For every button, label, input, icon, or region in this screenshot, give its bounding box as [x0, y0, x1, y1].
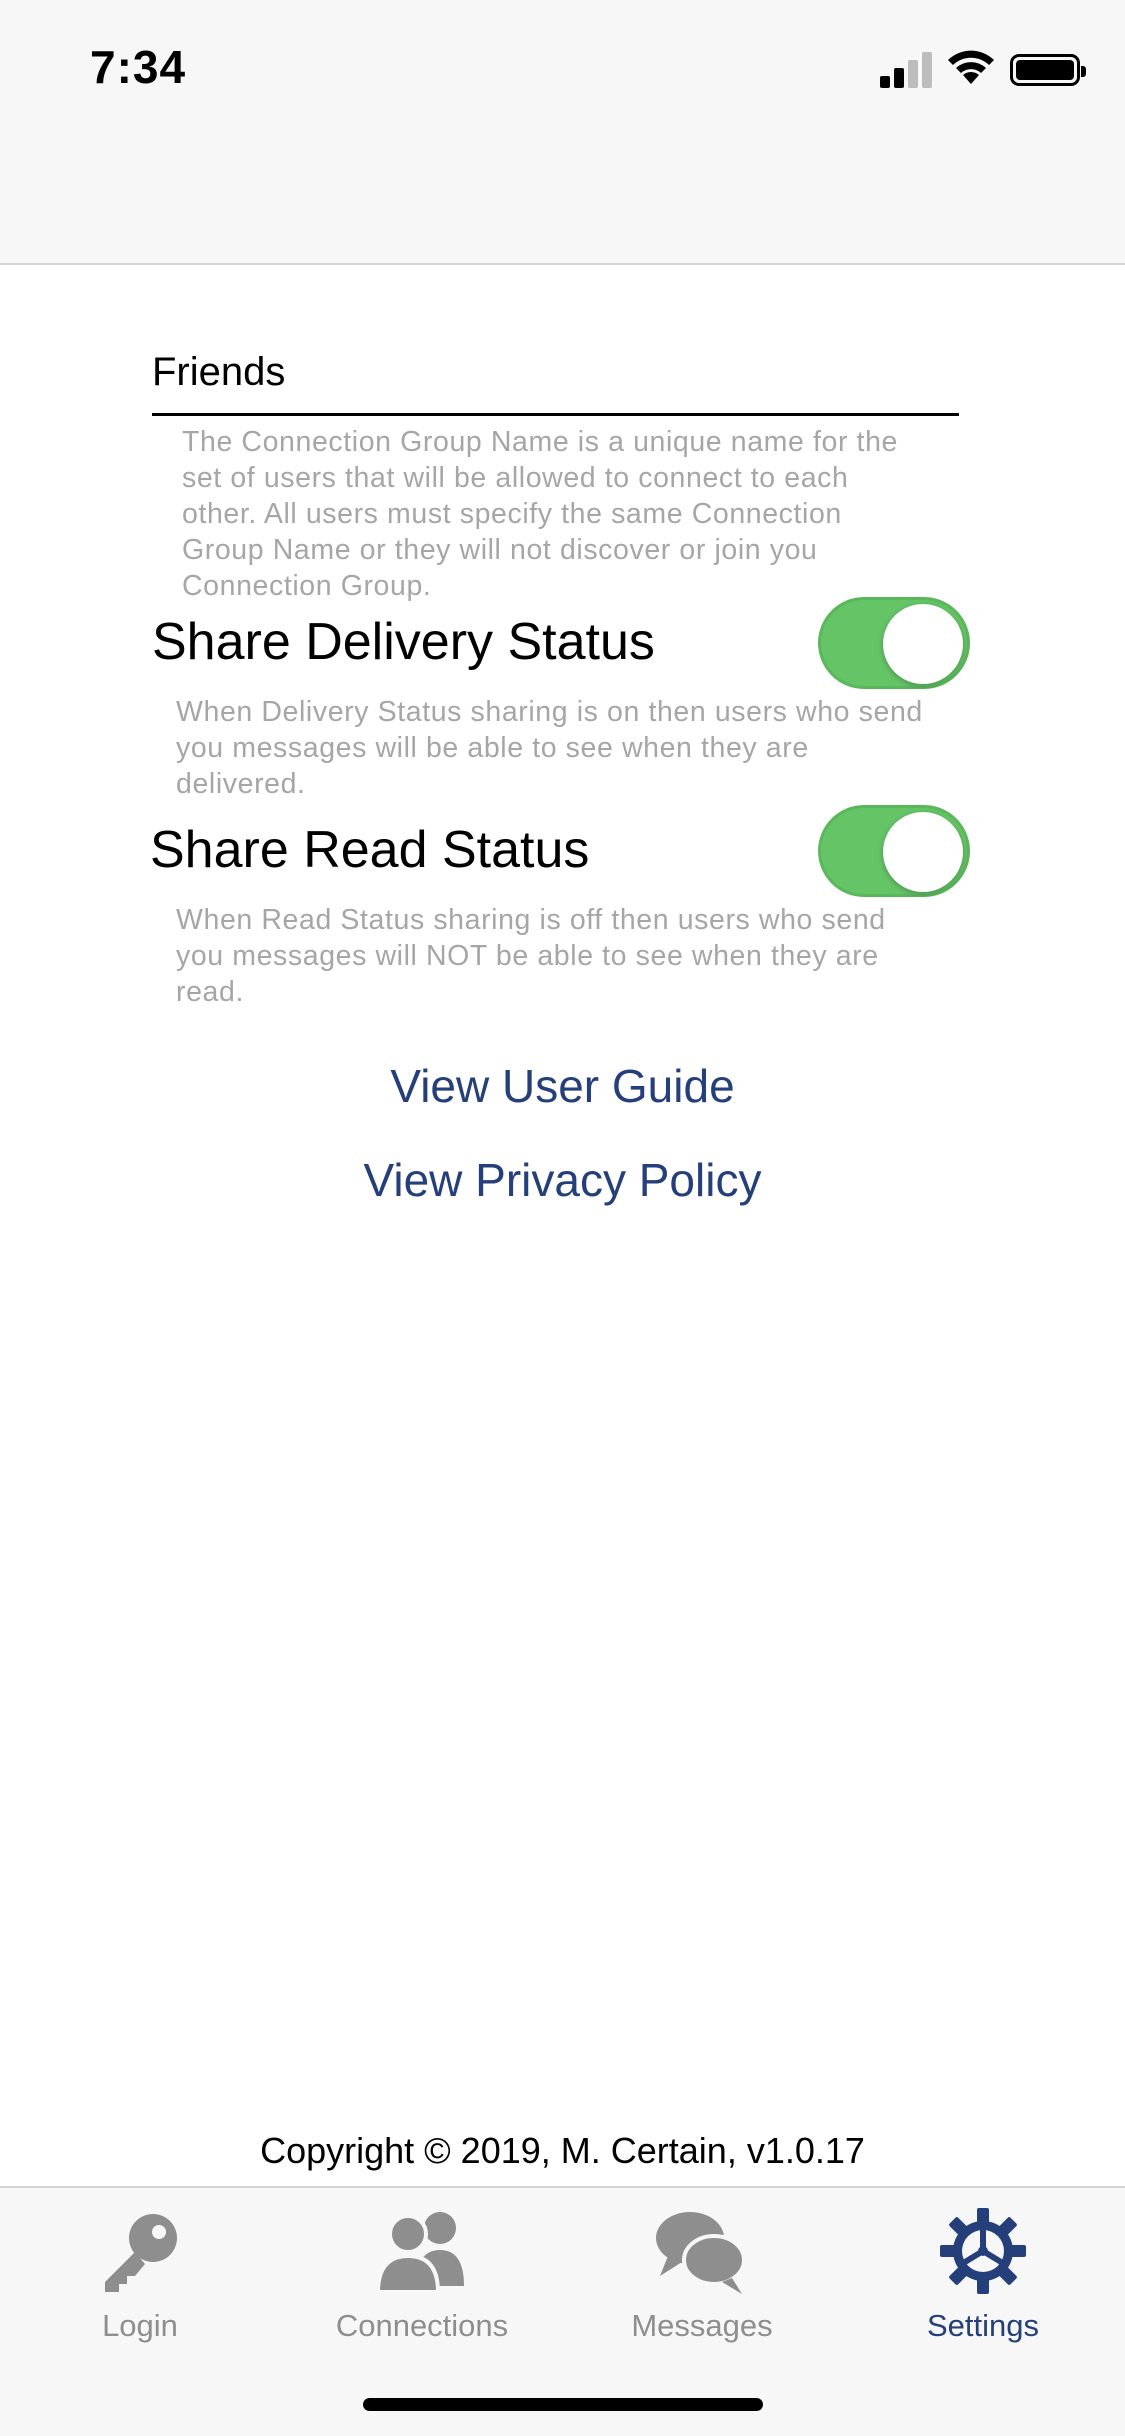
toggle-knob [883, 812, 963, 892]
tab-settings[interactable]: Settings [843, 2206, 1123, 2356]
toggle-knob [883, 604, 963, 684]
view-privacy-policy-link[interactable]: View Privacy Policy [0, 1150, 1125, 1210]
view-user-guide-link[interactable]: View User Guide [0, 1056, 1125, 1116]
connection-group-name-field[interactable]: Friends [152, 338, 959, 416]
home-indicator[interactable] [363, 2398, 763, 2411]
status-time: 7:34 [90, 41, 187, 93]
tab-connections[interactable]: Connections [282, 2206, 562, 2356]
tab-label: Login [102, 2308, 178, 2343]
tab-login[interactable]: Login [0, 2206, 280, 2356]
chat-bubbles-icon [656, 2212, 746, 2294]
tab-label: Connections [335, 2308, 509, 2343]
share-delivery-status-help-text: When Delivery Status sharing is on then … [176, 696, 923, 800]
tab-label: Settings [926, 2308, 1039, 2343]
key-icon [105, 2214, 177, 2292]
settings-screen: 7:34 Friends The Connection Group Name i… [0, 0, 1125, 2436]
gear-icon [940, 2208, 1026, 2294]
tab-messages[interactable]: Messages [562, 2206, 842, 2356]
copyright-text: Copyright © 2019, M. Certain, v1.0.17 [260, 2130, 865, 2171]
share-read-status-toggle[interactable] [818, 805, 970, 897]
share-delivery-status-label: Share Delivery Status [152, 613, 655, 671]
connection-group-help-text: The Connection Group Name is a unique na… [182, 426, 898, 602]
header-bar: 7:34 [0, 0, 1125, 265]
share-delivery-status-toggle[interactable] [818, 597, 970, 689]
share-read-status-help-text: When Read Status sharing is off then use… [176, 904, 886, 1008]
people-icon [375, 2212, 464, 2294]
tab-label: Messages [631, 2308, 773, 2343]
cellular-signal-icon [880, 50, 936, 88]
share-read-status-label: Share Read Status [150, 821, 590, 879]
wifi-icon [948, 50, 994, 84]
battery-icon [1010, 54, 1086, 86]
